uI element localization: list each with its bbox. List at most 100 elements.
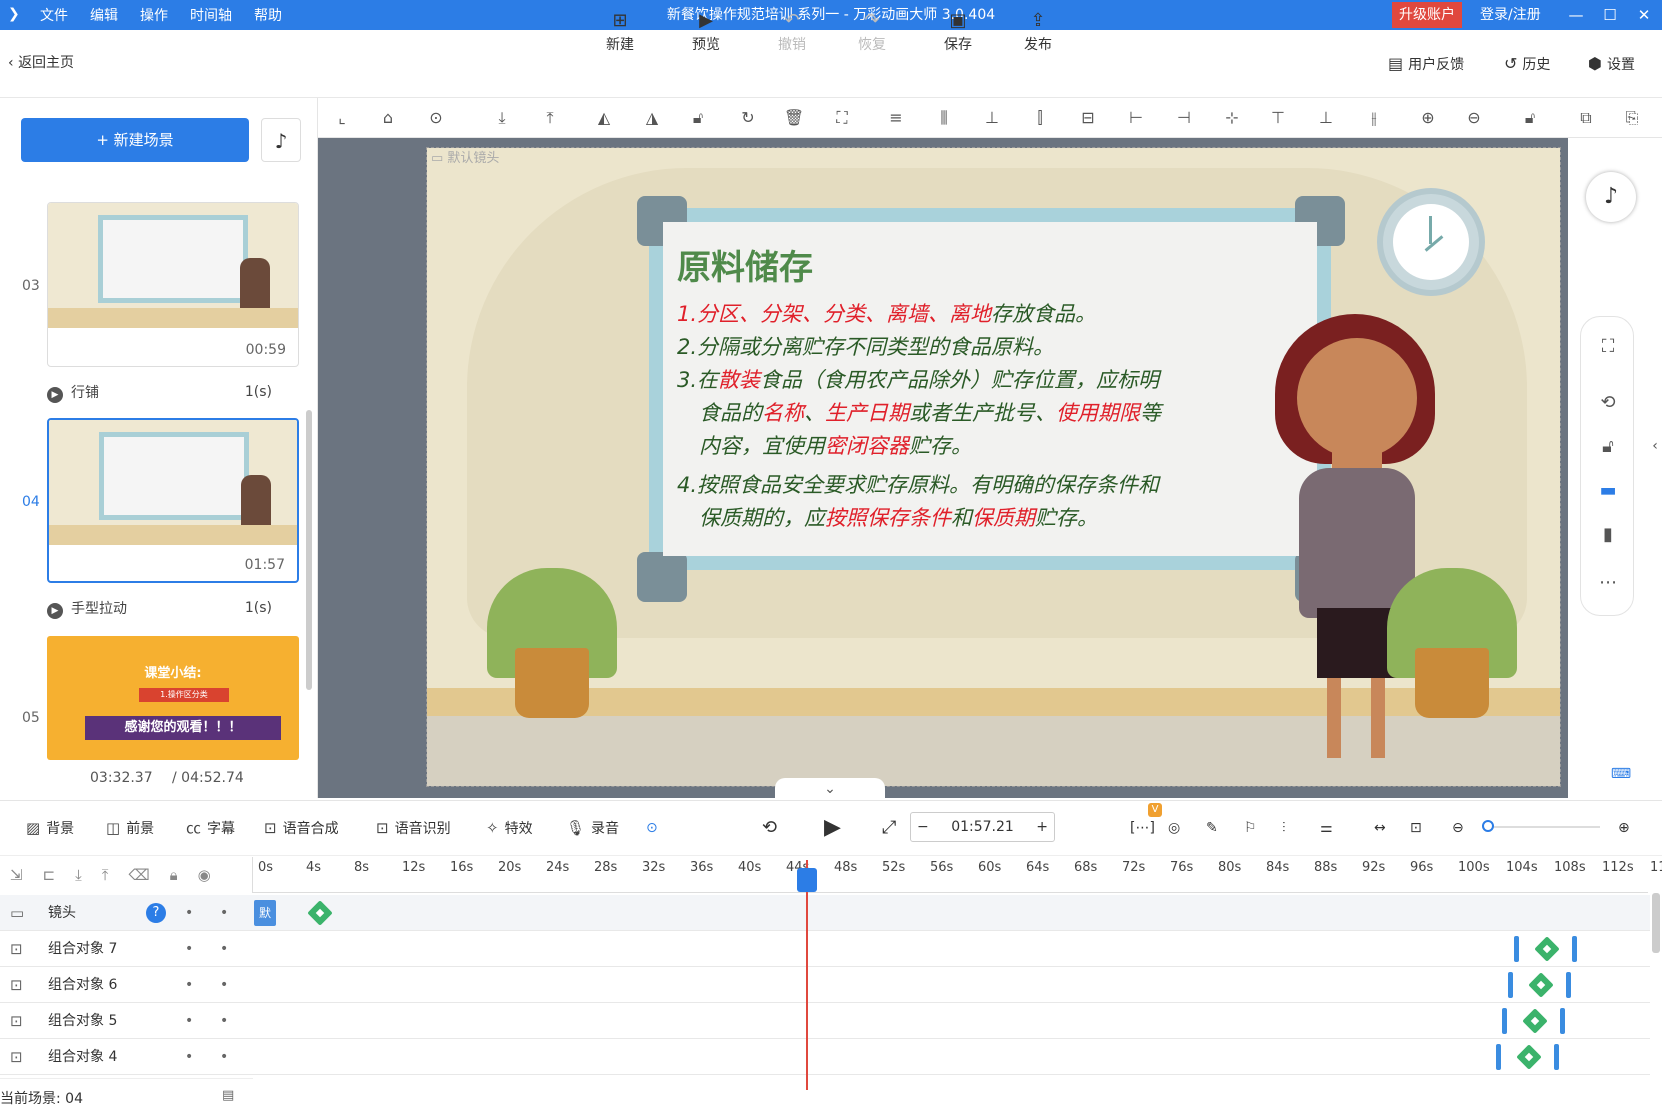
minimize-icon[interactable]: — [1562, 0, 1590, 30]
clip-end[interactable] [1572, 936, 1577, 962]
new-button[interactable]: ⊞ 新建 [590, 8, 650, 62]
zoom-in-icon[interactable]: ⊕ [1416, 106, 1440, 130]
visibility-dot[interactable]: • [185, 1039, 193, 1075]
time-stepper[interactable]: − 01:57.21 + [910, 812, 1055, 842]
camera-shot-icon[interactable]: ◎ [1168, 816, 1180, 840]
background-tool[interactable]: ▨ 背景 [26, 816, 74, 840]
upgrade-account-button[interactable]: 升级账户 [1392, 2, 1462, 28]
minus-icon[interactable]: − [917, 819, 929, 835]
mobile-icon[interactable]: ▮ [1590, 517, 1626, 553]
undo-button[interactable]: ↶ 撤销 [762, 8, 822, 62]
plus-icon[interactable]: + [1036, 819, 1048, 835]
record-tool[interactable]: 🎙︎ 录音 [566, 816, 619, 840]
clip-end[interactable] [1566, 972, 1571, 998]
play-icon[interactable]: ▶ [824, 816, 841, 840]
clip-end[interactable] [1560, 1008, 1565, 1034]
scene-thumbnail-04[interactable]: 01:57 [47, 418, 299, 583]
edit-icon[interactable]: ✎ [1206, 816, 1218, 840]
lock-dot[interactable]: • [220, 895, 228, 931]
lock-icon[interactable]: 🔓︎ [686, 106, 710, 130]
lock-dot[interactable]: • [220, 967, 228, 1003]
move-up-icon[interactable]: ⤒ [102, 866, 109, 884]
scene-transition[interactable]: ▶ 手型拉动 1(s) [47, 596, 272, 620]
align-corner-icon[interactable]: ⌞ [330, 106, 354, 130]
feedback-button[interactable]: ▤ 用户反馈 [1388, 30, 1464, 98]
bracket-icon[interactable]: [⋯] [1130, 816, 1155, 840]
track-group-5[interactable]: ⊡ 组合对象 5 • • [0, 1003, 1650, 1039]
clip-start[interactable] [1496, 1044, 1501, 1070]
align-middle-icon[interactable]: ⫼ [932, 106, 956, 130]
copy-icon[interactable]: ⧉ [1574, 106, 1598, 130]
filter-icon[interactable]: ⫶ [1282, 816, 1286, 840]
publish-button[interactable]: ⇪ 发布 [1008, 8, 1068, 62]
signpost-icon[interactable]: ⚐ [1244, 816, 1257, 840]
stage-music-icon[interactable]: ♪ [1586, 172, 1636, 222]
fullscreen-icon[interactable]: ⤢ [882, 816, 896, 840]
visibility-dot[interactable]: • [185, 967, 193, 1003]
rewind-icon[interactable]: ⟲ [762, 816, 777, 840]
adjust-icon[interactable]: ⚌ [1320, 816, 1333, 840]
track-group-7[interactable]: ⊡ 组合对象 7 • • [0, 931, 1650, 967]
clip-start[interactable] [1502, 1008, 1507, 1034]
align-right-icon[interactable]: ⊣ [1172, 106, 1196, 130]
flip-vertical-icon[interactable]: ◮ [640, 106, 664, 130]
settings-button[interactable]: ⬢ 设置 [1588, 30, 1635, 98]
scene-thumbnail-05[interactable]: 课堂小结: 1.操作区分类 感谢您的观看！！！ [47, 636, 299, 760]
distribute-h-icon[interactable]: ⊟ [1076, 106, 1100, 130]
rotate-icon[interactable]: ↻ [736, 106, 760, 130]
fit-screen-icon[interactable]: ⛶ [1590, 329, 1626, 365]
delete-icon[interactable]: 🗑︎ [782, 106, 806, 130]
lock-dot[interactable]: • [220, 1003, 228, 1039]
delete-icon[interactable]: ⌫ [128, 866, 149, 884]
fit-width-icon[interactable]: ↔ [1374, 816, 1386, 840]
center-icon[interactable]: ⊹ [1220, 106, 1244, 130]
clip-end[interactable] [1554, 1044, 1559, 1070]
history-button[interactable]: ↺ 历史 [1504, 30, 1550, 98]
login-register-link[interactable]: 登录/注册 [1480, 0, 1541, 30]
visibility-dot[interactable]: • [185, 1003, 193, 1039]
align-top-icon[interactable]: ≡ [884, 106, 908, 130]
tts-tool[interactable]: ⊡ 语音合成 [264, 816, 339, 840]
camera-badge[interactable]: 默 [254, 900, 276, 926]
more-circle-icon[interactable]: ⊙ [424, 106, 448, 130]
desktop-icon[interactable]: ▬ [1590, 473, 1626, 509]
asr-tool[interactable]: ⊡ 语音识别 [376, 816, 451, 840]
more-icon[interactable]: ⋯ [1590, 565, 1626, 601]
zoom-slider-handle[interactable] [1482, 820, 1494, 832]
maximize-icon[interactable]: ☐ [1596, 0, 1624, 30]
zoom-out-icon[interactable]: ⊖ [1462, 106, 1486, 130]
clip-start[interactable] [1508, 972, 1513, 998]
music-button[interactable]: ♪ [261, 118, 301, 162]
eye-icon[interactable]: ◉ [198, 866, 211, 884]
zoom-slider[interactable] [1482, 826, 1600, 828]
zoom-in-icon[interactable]: ⊕ [1618, 816, 1630, 840]
crop-icon[interactable]: ⛶ [830, 106, 854, 130]
time-value[interactable]: 01:57.21 [951, 819, 1014, 835]
rotate-device-icon[interactable]: ⟲ [1590, 385, 1626, 421]
scene-thumbnail-03[interactable]: 00:59 [47, 202, 299, 367]
help-icon[interactable]: ? [146, 903, 166, 923]
timeline-scrollbar[interactable] [1652, 893, 1660, 953]
home-icon[interactable]: ⌂ [376, 106, 400, 130]
lock-dot[interactable]: • [220, 931, 228, 967]
bottom-align-icon[interactable]: ⊥ [1314, 106, 1338, 130]
clip-start[interactable] [1514, 936, 1519, 962]
flip-horizontal-icon[interactable]: ◭ [592, 106, 616, 130]
scene-stage[interactable]: ▭ 默认镜头 原料储存 1.分区、分架、分类、离墙、离地存放食品。 2.分隔或分离… [426, 147, 1561, 787]
subtitle-tool[interactable]: ㏄字幕 [186, 816, 235, 840]
save-button[interactable]: ▣ 保存 [928, 8, 988, 62]
track-group-4[interactable]: ⊡ 组合对象 4 • • [0, 1039, 1650, 1075]
track-camera[interactable]: ▭ 镜头 ? • • [0, 895, 1650, 931]
import-icon[interactable]: ⇲ [10, 866, 23, 884]
v-center-icon[interactable]: ⫲ [1362, 106, 1386, 130]
folder-icon[interactable]: ⊏ [43, 866, 56, 884]
move-down-icon[interactable]: ⤓ [75, 866, 82, 884]
layer-up-icon[interactable]: ⤒ [538, 106, 562, 130]
effects-tool[interactable]: ✧ 特效 [486, 816, 533, 840]
playhead-handle[interactable] [797, 868, 817, 892]
preview-button[interactable]: ▶ 预览 [676, 8, 736, 62]
foreground-tool[interactable]: ◫ 前景 [106, 816, 154, 840]
visibility-dot[interactable]: • [185, 895, 193, 931]
scene-scrollbar[interactable] [306, 410, 312, 690]
more-tools-icon[interactable]: ⊙ [646, 816, 658, 840]
